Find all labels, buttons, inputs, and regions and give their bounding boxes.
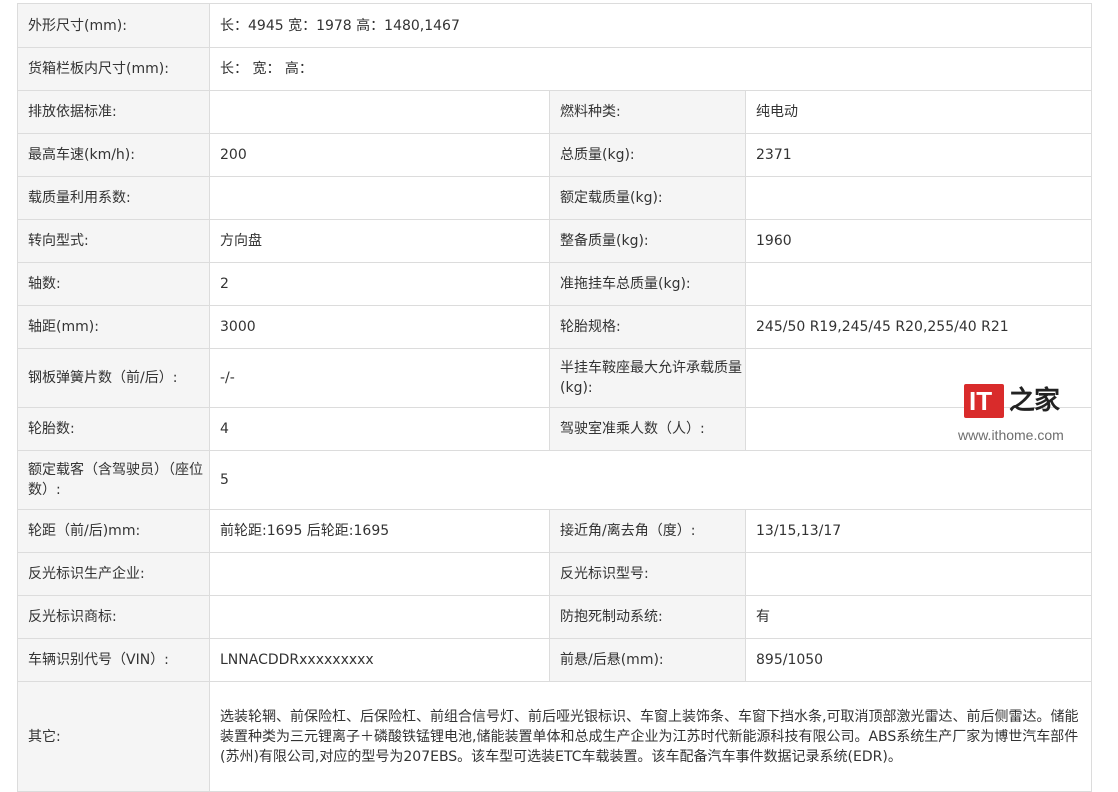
row-value-2: 895/1050 [745,638,1092,682]
row-label-2: 燃料种类: [549,90,746,134]
row-value: LNNACDDRxxxxxxxxx [209,638,550,682]
row-value-2 [745,552,1092,596]
table-row: 载质量利用系数: 额定载质量(kg): [17,176,1092,220]
ithome-watermark: IT 之家 www.ithome.com [958,384,1108,444]
row-label-2: 反光标识型号: [549,552,746,596]
row-value [209,552,550,596]
row-label-2: 总质量(kg): [549,133,746,177]
table-row: 反光标识商标: 防抱死制动系统: 有 [17,595,1092,639]
row-label: 载质量利用系数: [17,176,210,220]
row-label-2: 防抱死制动系统: [549,595,746,639]
row-label: 最高车速(km/h): [17,133,210,177]
row-label: 轮胎数: [17,407,210,451]
row-label-2: 准拖挂车总质量(kg): [549,262,746,306]
table-row: 轮胎数: 4 驾驶室准乘人数（人）: [17,407,1092,451]
row-label: 排放依据标准: [17,90,210,134]
row-label: 轮距（前/后)mm: [17,509,210,553]
row-value: 前轮距:1695 后轮距:1695 [209,509,550,553]
table-row: 钢板弹簧片数（前/后）: -/- 半挂车鞍座最大允许承载质量(kg): [17,348,1092,408]
row-label-2: 接近角/离去角（度）: [549,509,746,553]
row-value-2: 13/15,13/17 [745,509,1092,553]
row-value [209,90,550,134]
row-label: 额定载客（含驾驶员）（座位数）: [17,450,210,510]
row-value-2: 245/50 R19,245/45 R20,255/40 R21 [745,305,1092,349]
row-label: 其它: [17,681,210,792]
table-row: 最高车速(km/h): 200 总质量(kg): 2371 [17,133,1092,177]
table-row: 外形尺寸(mm): 长：4945 宽：1978 高：1480,1467 [17,3,1092,48]
table-row: 反光标识生产企业: 反光标识型号: [17,552,1092,596]
spec-page: 外形尺寸(mm): 长：4945 宽：1978 高：1480,1467 货箱栏板… [0,0,1118,792]
table-row: 转向型式: 方向盘 整备质量(kg): 1960 [17,219,1092,263]
row-label: 反光标识生产企业: [17,552,210,596]
row-label: 车辆识别代号（VIN）: [17,638,210,682]
table-row: 轮距（前/后)mm: 前轮距:1695 后轮距:1695 接近角/离去角（度）:… [17,509,1092,553]
row-value-2: 纯电动 [745,90,1092,134]
row-label-2: 驾驶室准乘人数（人）: [549,407,746,451]
row-label: 外形尺寸(mm): [17,3,210,48]
row-value-2: 2371 [745,133,1092,177]
row-label-2: 整备质量(kg): [549,219,746,263]
row-value: 4 [209,407,550,451]
row-label-2: 轮胎规格: [549,305,746,349]
row-label: 钢板弹簧片数（前/后）: [17,348,210,408]
logo-subtext: 之家 [1009,386,1060,416]
row-label: 轴距(mm): [17,305,210,349]
row-value: 5 [209,450,1092,510]
row-value [209,595,550,639]
row-value: -/- [209,348,550,408]
watermark-url: www.ithome.com [958,427,1064,443]
row-value-2: 1960 [745,219,1092,263]
row-label-2: 前悬/后悬(mm): [549,638,746,682]
row-value-2: 有 [745,595,1092,639]
row-value [209,176,550,220]
row-label: 转向型式: [17,219,210,263]
row-value-2 [745,262,1092,306]
table-row: 轴距(mm): 3000 轮胎规格: 245/50 R19,245/45 R20… [17,305,1092,349]
row-label: 反光标识商标: [17,595,210,639]
row-value: 200 [209,133,550,177]
row-label: 货箱栏板内尺寸(mm): [17,47,210,91]
table-row: 额定载客（含驾驶员）（座位数）: 5 [17,450,1092,510]
table-row: 轴数: 2 准拖挂车总质量(kg): [17,262,1092,306]
table-row: 车辆识别代号（VIN）: LNNACDDRxxxxxxxxx 前悬/后悬(mm)… [17,638,1092,682]
table-row: 其它: 选装轮辋、前保险杠、后保险杠、前组合信号灯、前后哑光银标识、车窗上装饰条… [17,681,1092,792]
vehicle-spec-table: 外形尺寸(mm): 长：4945 宽：1978 高：1480,1467 货箱栏板… [17,3,1092,792]
row-label-2: 额定载质量(kg): [549,176,746,220]
row-value: 长： 宽： 高： [209,47,1092,91]
row-label: 轴数: [17,262,210,306]
ithome-logo-icon: IT [964,384,1004,418]
table-row: 排放依据标准: 燃料种类: 纯电动 [17,90,1092,134]
row-value: 2 [209,262,550,306]
table-row: 货箱栏板内尺寸(mm): 长： 宽： 高： [17,47,1092,91]
row-value: 选装轮辋、前保险杠、后保险杠、前组合信号灯、前后哑光银标识、车窗上装饰条、车窗下… [209,681,1092,792]
row-value-2 [745,176,1092,220]
row-value: 长：4945 宽：1978 高：1480,1467 [209,3,1092,48]
row-value: 3000 [209,305,550,349]
logo-text: IT [969,386,993,416]
row-label-2: 半挂车鞍座最大允许承载质量(kg): [549,348,746,408]
row-value: 方向盘 [209,219,550,263]
